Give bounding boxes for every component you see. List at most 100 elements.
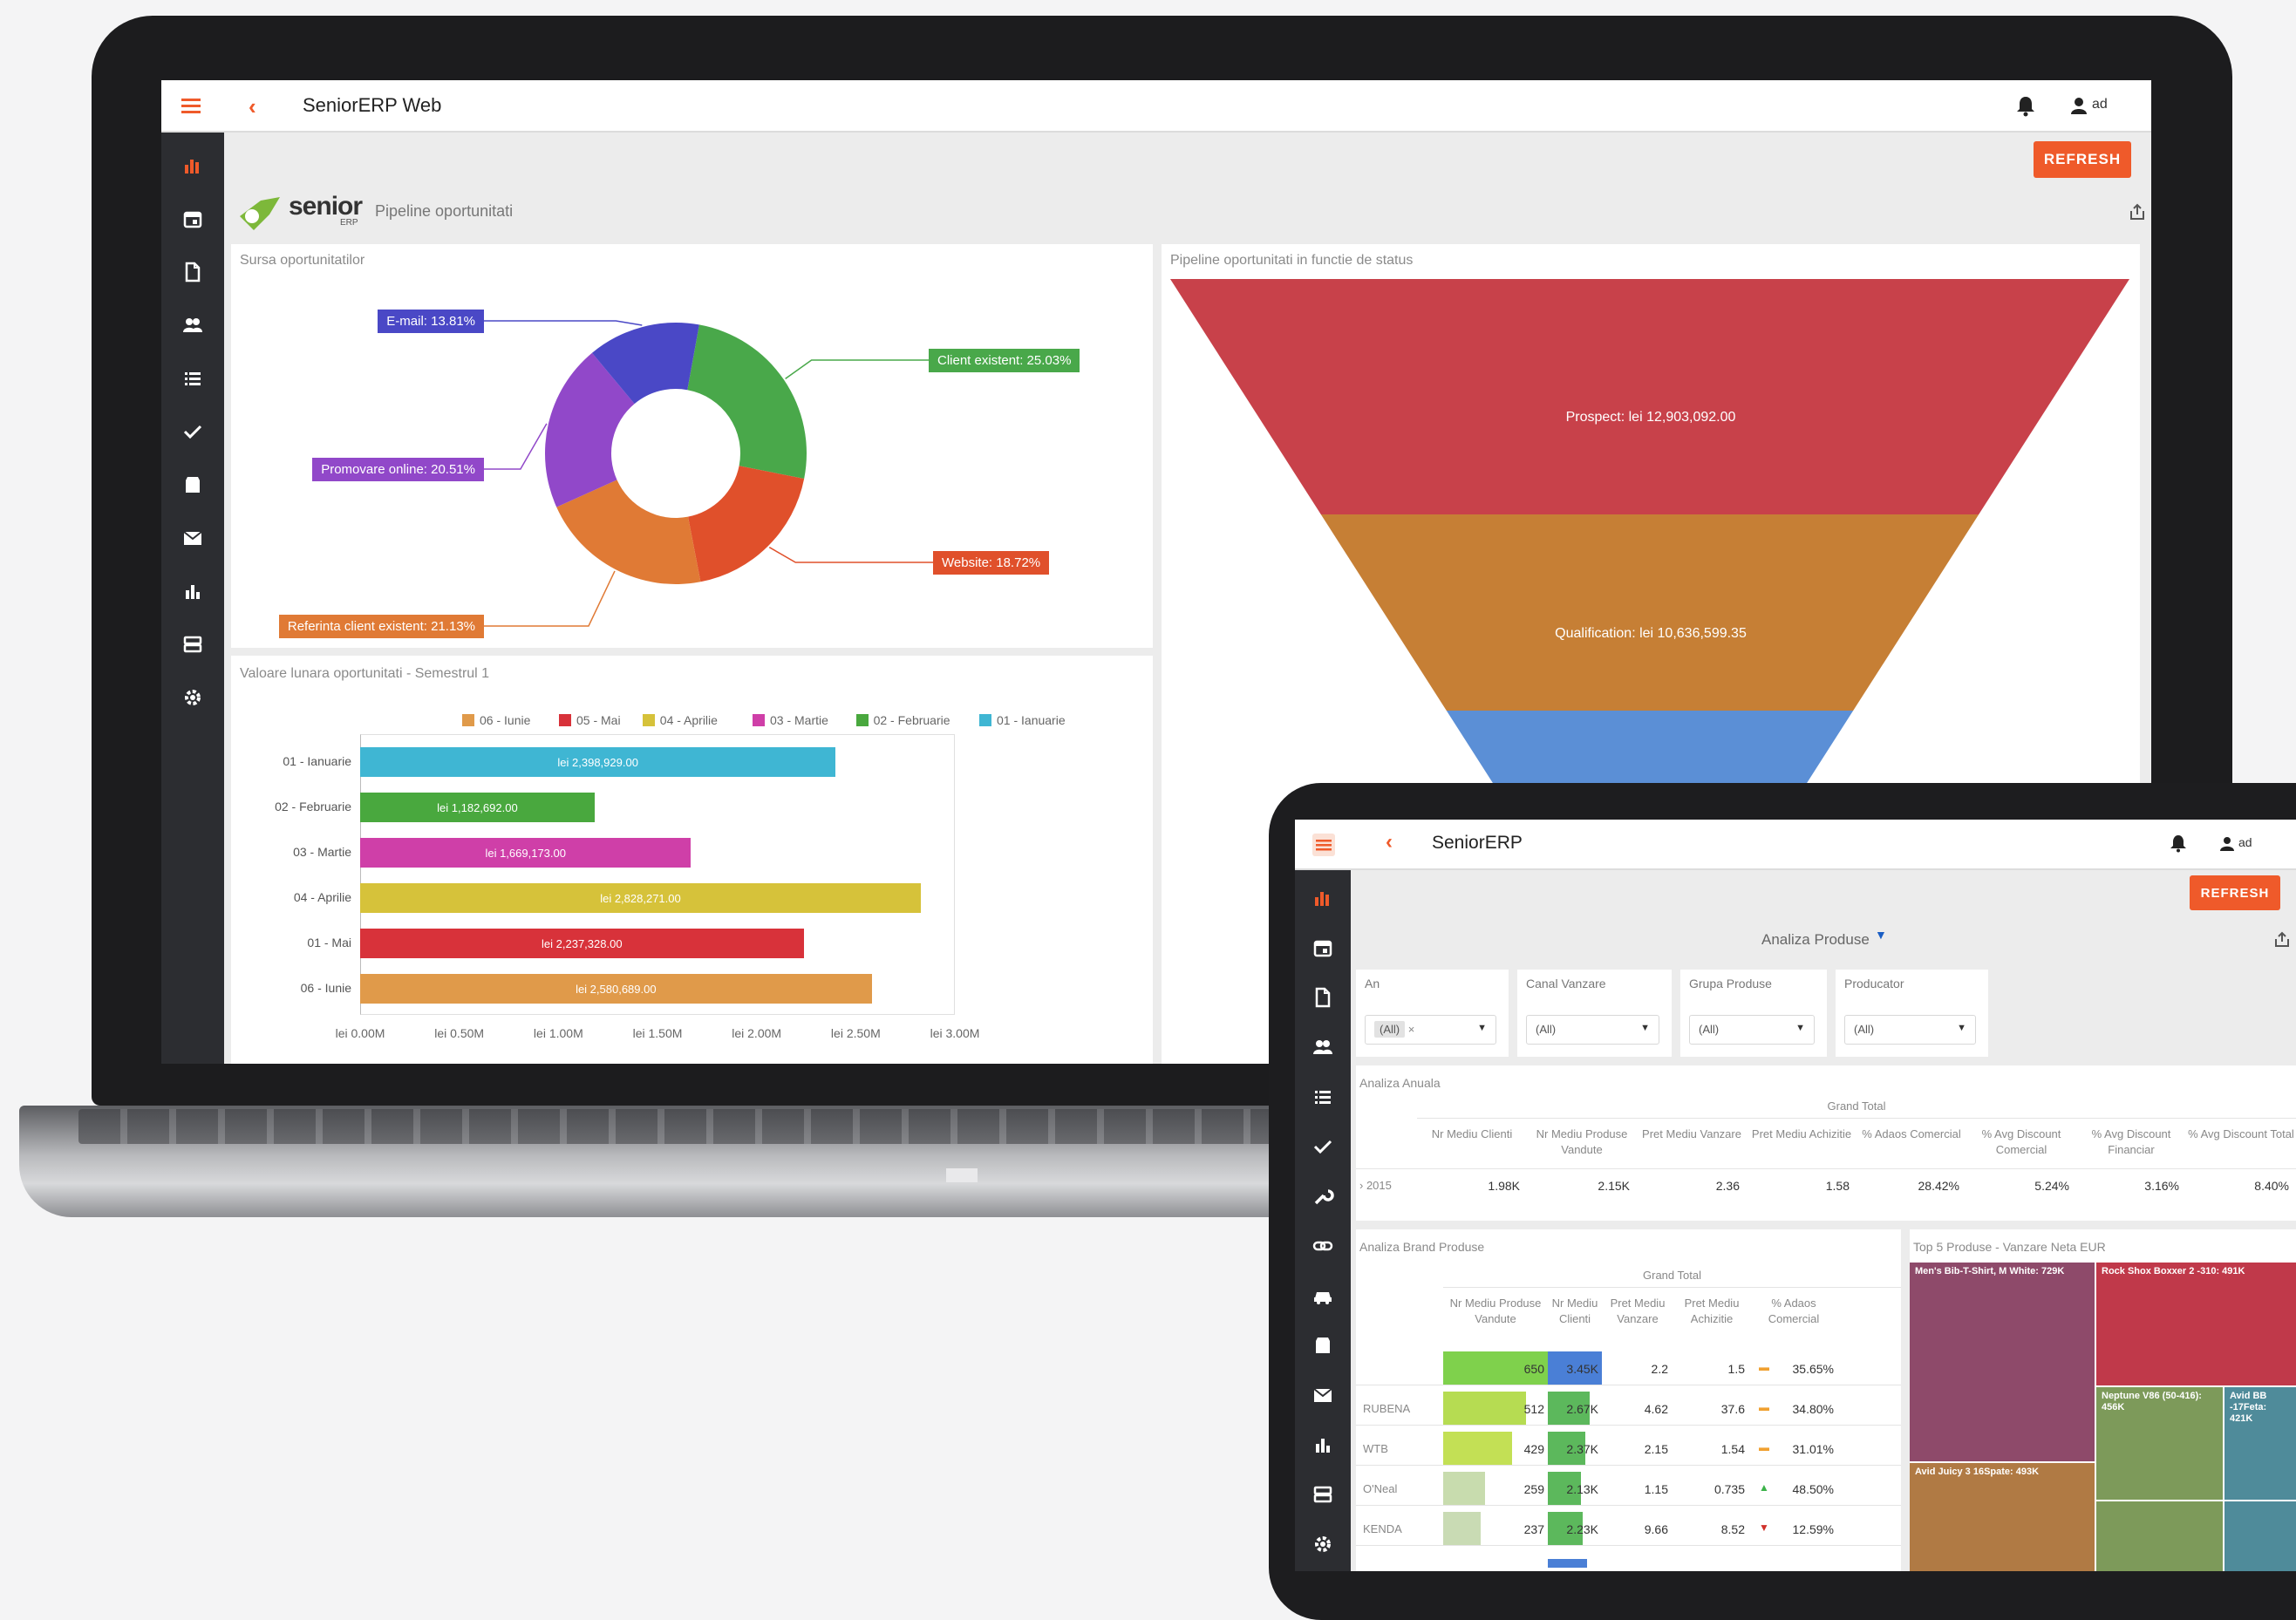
- x-tick-label: lei 1.00M: [533, 1026, 583, 1040]
- document-icon[interactable]: [1305, 980, 1340, 1015]
- check-icon[interactable]: [175, 414, 210, 449]
- brand-analysis-panel: Analiza Brand Produse Grand Total Nr Med…: [1356, 1229, 1901, 1571]
- bar[interactable]: lei 2,828,271.00: [360, 883, 921, 913]
- bell-icon[interactable]: [2014, 94, 2037, 117]
- treemap-cell[interactable]: Men's Bib-T-Shirt, M White: 729K: [1910, 1263, 2095, 1461]
- inventory-icon[interactable]: [175, 467, 210, 502]
- bar[interactable]: lei 2,398,929.00: [360, 747, 836, 777]
- brand-column-header[interactable]: Pret Mediu Vanzare: [1602, 1296, 1673, 1327]
- annual-row-label[interactable]: › 2015: [1359, 1179, 1392, 1192]
- brand-name[interactable]: WTB: [1363, 1442, 1388, 1455]
- menu-icon[interactable]: [179, 92, 205, 119]
- calendar-icon[interactable]: [1305, 930, 1340, 965]
- link-icon[interactable]: [1305, 1229, 1340, 1263]
- treemap-cell[interactable]: Avid BB -17Feta: 421K: [2224, 1387, 2296, 1500]
- annual-column-header[interactable]: Nr Mediu Produse Vandute: [1527, 1127, 1637, 1158]
- users-icon[interactable]: [1305, 1030, 1340, 1065]
- annual-column-header[interactable]: % Avg Discount Comercial: [1966, 1127, 2076, 1158]
- tablet-user-icon[interactable]: [2219, 835, 2235, 851]
- annual-column-header[interactable]: % Avg Discount Financiar: [2076, 1127, 2186, 1158]
- funnel-stage-prospect[interactable]: [1170, 279, 2129, 514]
- user-icon[interactable]: [2069, 96, 2088, 115]
- calendar-icon[interactable]: [175, 201, 210, 236]
- server-icon[interactable]: [1305, 1477, 1340, 1512]
- filter-select[interactable]: (All) ▼: [1689, 1015, 1815, 1045]
- brand-name[interactable]: RUBENA: [1363, 1402, 1410, 1415]
- chevron-down-icon[interactable]: ▼: [1477, 1023, 1487, 1033]
- legend-item[interactable]: 05 - Mai: [559, 713, 621, 727]
- car-icon[interactable]: [1305, 1278, 1340, 1313]
- list-icon[interactable]: [1305, 1079, 1340, 1114]
- treemap-fill: [2224, 1501, 2296, 1571]
- bar-chart-icon[interactable]: [1305, 1427, 1340, 1462]
- chevron-down-icon[interactable]: ▼: [1795, 1023, 1805, 1033]
- brand-name[interactable]: O'Neal: [1363, 1482, 1397, 1495]
- tablet-menu-icon[interactable]: [1312, 834, 1335, 856]
- mail-icon[interactable]: [1305, 1378, 1340, 1412]
- dashboard-icon[interactable]: [175, 148, 210, 183]
- legend-item[interactable]: 04 - Aprilie: [642, 713, 718, 727]
- filter-select[interactable]: (All) ▼: [1526, 1015, 1659, 1045]
- x-tick-label: lei 0.50M: [434, 1026, 485, 1040]
- legend-item[interactable]: 06 - Iunie: [462, 713, 530, 727]
- legend-label: 05 - Mai: [576, 713, 621, 727]
- filter-select[interactable]: (All) ▼: [1844, 1015, 1976, 1045]
- tablet-share-icon[interactable]: [2273, 931, 2291, 949]
- server-icon[interactable]: [175, 627, 210, 662]
- refresh-button[interactable]: REFRESH: [2034, 141, 2131, 178]
- legend-item[interactable]: 02 - Februarie: [855, 713, 950, 727]
- app-title: SeniorERP Web: [303, 94, 442, 116]
- annual-column-header[interactable]: Nr Mediu Clienti: [1417, 1127, 1527, 1142]
- mail-icon[interactable]: [175, 521, 210, 555]
- bar-chart-icon[interactable]: [175, 574, 210, 609]
- brand-column-header[interactable]: Nr Mediu Produse Vandute: [1443, 1296, 1548, 1327]
- annual-column-header[interactable]: % Adaos Comercial: [1857, 1127, 1966, 1142]
- inventory-icon[interactable]: [1305, 1328, 1340, 1363]
- tablet-refresh-button[interactable]: REFRESH: [2190, 875, 2280, 910]
- donut-label: E-mail: 13.81%: [378, 310, 484, 333]
- chevron-down-icon[interactable]: ▼: [1957, 1023, 1966, 1033]
- check-icon[interactable]: [1305, 1129, 1340, 1164]
- tablet-user-name[interactable]: ad: [2238, 835, 2252, 849]
- document-icon[interactable]: [175, 255, 210, 289]
- bar[interactable]: lei 2,580,689.00: [360, 974, 872, 1004]
- chevron-down-icon[interactable]: ▼: [1640, 1023, 1650, 1033]
- tablet-back-icon[interactable]: ‹: [1386, 830, 1393, 854]
- treemap-cell[interactable]: Avid Juicy 3 16Spate: 493K: [1910, 1463, 2095, 1571]
- user-name[interactable]: ad: [2092, 97, 2108, 112]
- filter-label: Producator: [1844, 977, 1904, 990]
- bar-category-label: 04 - Aprilie: [293, 890, 351, 904]
- brand-column-header[interactable]: Nr Mediu Clienti: [1548, 1296, 1602, 1327]
- bar[interactable]: lei 1,182,692.00: [360, 793, 595, 822]
- tablet-bell-icon[interactable]: [2169, 834, 2188, 853]
- brand-column-header[interactable]: % Adaos Comercial: [1750, 1296, 1837, 1327]
- donut-slice[interactable]: [687, 324, 807, 480]
- annual-column-header[interactable]: Pret Mediu Vanzare: [1637, 1127, 1747, 1142]
- annual-column-header[interactable]: Pret Mediu Achizitie: [1747, 1127, 1857, 1142]
- annual-section-title: Analiza Anuala: [1359, 1076, 1441, 1090]
- funnel-stage-qualification[interactable]: [1320, 514, 1979, 711]
- filter-select[interactable]: (All) × ▼: [1365, 1015, 1496, 1045]
- brand-name[interactable]: KENDA: [1363, 1522, 1402, 1535]
- chip-remove-icon[interactable]: ×: [1405, 1023, 1415, 1036]
- bar[interactable]: lei 1,669,173.00: [360, 838, 692, 868]
- treemap-cell[interactable]: Rock Shox Boxxer 2 -310: 491K: [2096, 1263, 2296, 1385]
- treemap-cell[interactable]: Neptune V86 (50-416): 456K: [2096, 1387, 2223, 1500]
- donut-slice[interactable]: [688, 466, 805, 582]
- list-icon[interactable]: [175, 361, 210, 396]
- back-icon[interactable]: ‹: [249, 93, 271, 119]
- filter-icon[interactable]: ▼: [1875, 928, 1887, 942]
- wrench-icon[interactable]: [1305, 1179, 1340, 1214]
- gear-icon[interactable]: [175, 680, 210, 715]
- annual-column-header[interactable]: % Avg Discount Total: [2186, 1127, 2296, 1142]
- brand-group-header: Grand Total: [1643, 1269, 1701, 1282]
- filter-label: An: [1365, 977, 1380, 990]
- users-icon[interactable]: [175, 308, 210, 343]
- share-icon[interactable]: [2128, 202, 2147, 221]
- brand-column-header[interactable]: Pret Mediu Achizitie: [1673, 1296, 1750, 1327]
- legend-item[interactable]: 01 - Ianuarie: [979, 713, 1066, 727]
- dashboard-icon[interactable]: [1305, 881, 1340, 916]
- bar[interactable]: lei 2,237,328.00: [360, 929, 804, 958]
- gear-icon[interactable]: [1305, 1527, 1340, 1562]
- legend-item[interactable]: 03 - Martie: [753, 713, 828, 727]
